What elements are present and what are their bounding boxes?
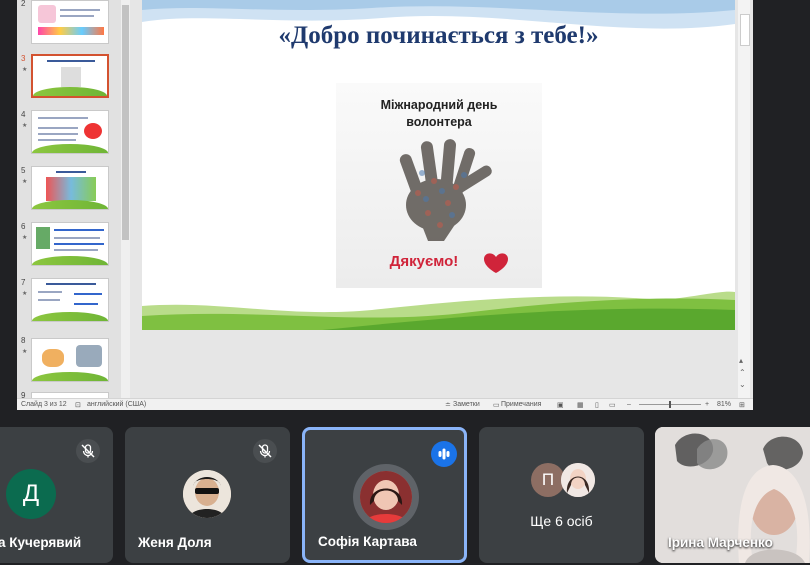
mic-off-icon	[76, 439, 100, 463]
animation-star-icon: ★	[22, 67, 28, 73]
more-participants-label: Ще 6 осіб	[530, 513, 593, 529]
avatar	[360, 471, 412, 523]
participant-name: Ірина Марченко	[668, 535, 773, 550]
notes-button[interactable]: Заметки	[453, 401, 480, 408]
participant-tile-video[interactable]: Ірина Марченко	[655, 427, 810, 563]
avatar: П	[531, 463, 565, 497]
slide-thumbnail-6[interactable]	[31, 222, 109, 266]
slide-thumbnail-5[interactable]	[31, 166, 109, 210]
language-indicator[interactable]: английский (США)	[87, 401, 146, 408]
mic-off-icon	[253, 439, 277, 463]
notes-icon[interactable]: ≐	[445, 401, 451, 409]
shared-screen-powerpoint: 2 3 ★ 4 ★ 5 ★ 6 ★ 7 ★ 8 ★ 9 «Добро почин…	[17, 0, 753, 410]
zoom-level[interactable]: 81%	[717, 401, 731, 408]
avatar: Д	[6, 469, 56, 519]
participant-tile-active-speaker[interactable]: Софія Картава	[302, 427, 467, 563]
animation-star-icon: ★	[22, 123, 28, 129]
reading-view-icon[interactable]: ▯	[595, 401, 599, 409]
more-participants-tile[interactable]: П Ще 6 осіб	[479, 427, 644, 563]
slide-sorter-icon[interactable]: ▦	[577, 401, 584, 409]
thumbnail-number: 2	[21, 0, 26, 8]
thumbnail-number: 3	[21, 54, 26, 63]
thumbnail-number: 4	[21, 110, 26, 119]
slide-thumbnail-2[interactable]	[31, 0, 109, 44]
next-slide-icon[interactable]: ⌄	[739, 380, 746, 389]
participant-name: Софія Картава	[318, 534, 417, 549]
thumbnail-number: 6	[21, 222, 26, 231]
poster-footer: Дякуємо!	[336, 253, 542, 270]
slideshow-icon[interactable]: ▭	[609, 401, 616, 409]
participant-tile[interactable]: Д а Кучерявий	[0, 427, 113, 563]
zoom-out-icon[interactable]: –	[627, 401, 631, 408]
fit-slide-icon[interactable]: ⊞	[739, 401, 745, 409]
avatar	[561, 463, 595, 497]
thumbnail-number: 8	[21, 336, 26, 345]
slide-scrollbar[interactable]: ▴ ⌃ ⌄	[738, 0, 750, 398]
participant-name: Женя Доля	[138, 535, 212, 550]
slide-thumbnail-7[interactable]	[31, 278, 109, 322]
avatar	[183, 470, 231, 518]
spellcheck-icon[interactable]: ⊡	[75, 401, 81, 409]
volunteer-day-poster: Міжнародний день волонтера Дякуємо!	[336, 83, 542, 288]
animation-star-icon: ★	[22, 179, 28, 185]
slide-editor: «Добро починається з тебе!» Міжнародний …	[130, 0, 750, 398]
animation-star-icon: ★	[22, 291, 28, 297]
thumbnail-number: 9	[21, 391, 26, 398]
slide-thumbnail-8[interactable]	[31, 338, 109, 382]
slide-thumbnail-4[interactable]	[31, 110, 109, 154]
comments-button[interactable]: Примечания	[501, 401, 541, 408]
current-slide: «Добро починається з тебе!» Міжнародний …	[142, 0, 735, 330]
scroll-up-arrow-icon[interactable]: ▴	[739, 356, 743, 365]
slide-thumbnail-pane: 2 3 ★ 4 ★ 5 ★ 6 ★ 7 ★ 8 ★ 9	[17, 0, 148, 398]
slide-title: «Добро починається з тебе!»	[278, 22, 599, 49]
slide-thumbnail-3[interactable]	[31, 54, 109, 98]
participant-name: а Кучерявий	[0, 535, 82, 550]
zoom-slider-thumb[interactable]	[669, 401, 671, 408]
thumbnail-number: 7	[21, 278, 26, 287]
animation-star-icon: ★	[22, 349, 28, 355]
poster-footer-text: Дякуємо!	[389, 253, 459, 270]
speaking-indicator-icon	[431, 441, 457, 467]
status-bar: Слайд 3 из 12 ⊡ английский (США) ≐ Замет…	[17, 398, 753, 410]
animation-star-icon: ★	[22, 235, 28, 241]
participant-tile[interactable]: Женя Доля	[125, 427, 290, 563]
previous-slide-icon[interactable]: ⌃	[739, 368, 746, 377]
comments-icon[interactable]: ▭	[493, 401, 500, 409]
zoom-in-icon[interactable]: +	[705, 401, 709, 408]
normal-view-icon[interactable]: ▣	[557, 401, 564, 409]
thumbnail-scrollbar[interactable]	[121, 0, 130, 398]
thumbnail-number: 5	[21, 166, 26, 175]
slide-counter: Слайд 3 из 12	[21, 401, 67, 408]
